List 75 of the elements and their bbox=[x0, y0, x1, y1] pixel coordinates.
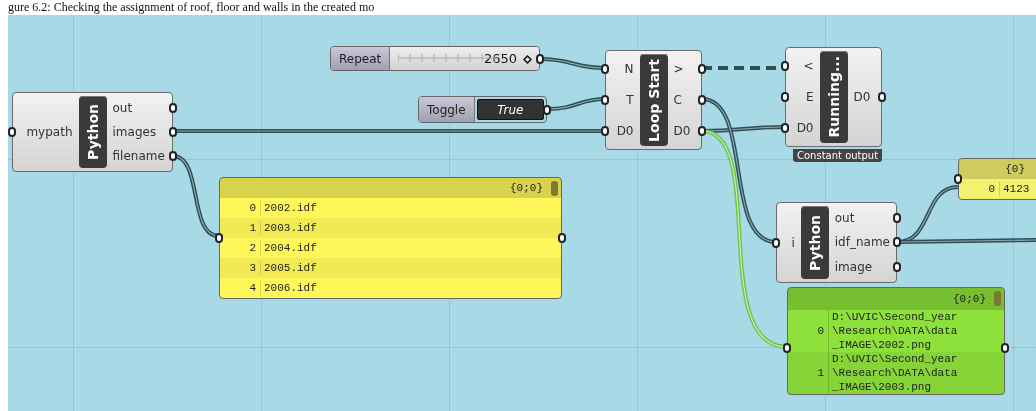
panel-path: {0;0} bbox=[510, 182, 543, 194]
input-port[interactable] bbox=[601, 125, 609, 136]
item-value: 2005.idf bbox=[260, 261, 317, 275]
item-value: 4123 bbox=[999, 182, 1030, 196]
input-param: N bbox=[624, 62, 634, 77]
output-port[interactable] bbox=[169, 103, 177, 113]
item-value: 2004.idf bbox=[260, 241, 317, 255]
item-value: D:\UVIC\Second_year\Research\DATA\data_IMAGE\2002.png bbox=[828, 310, 958, 352]
output-param: out bbox=[112, 101, 133, 115]
scrollbar-thumb[interactable] bbox=[994, 291, 1001, 306]
output-port[interactable] bbox=[878, 92, 886, 102]
slider-grip-icon[interactable] bbox=[522, 55, 532, 64]
input-port[interactable] bbox=[8, 127, 16, 137]
input-param: D0 bbox=[796, 120, 814, 135]
input-param: E bbox=[805, 90, 814, 104]
component-title: Python bbox=[78, 96, 107, 168]
input-port[interactable] bbox=[781, 122, 789, 133]
output-param: images bbox=[112, 125, 157, 139]
output-port[interactable] bbox=[698, 125, 706, 136]
item-index: 0 bbox=[987, 183, 996, 195]
component-message: Constant output bbox=[793, 149, 883, 162]
output-port[interactable] bbox=[893, 237, 901, 248]
item-index: 1 bbox=[248, 222, 257, 234]
output-param: idf_name bbox=[834, 235, 890, 250]
output-param: D0 bbox=[673, 123, 691, 138]
output-port[interactable] bbox=[893, 213, 901, 224]
item-index: 2 bbox=[248, 242, 257, 254]
toggle-label: Toggle bbox=[419, 97, 475, 122]
input-port[interactable] bbox=[954, 174, 962, 184]
input-port[interactable] bbox=[215, 233, 223, 243]
input-port[interactable] bbox=[783, 343, 791, 353]
item-index: 1 bbox=[816, 367, 825, 379]
item-value: D:\UVIC\Second_year\Research\DATA\data_IMAGE\2003.png bbox=[828, 352, 958, 394]
component-title: Python bbox=[800, 206, 829, 279]
output-port[interactable] bbox=[536, 53, 544, 64]
scrollbar-thumb[interactable] bbox=[551, 181, 558, 196]
input-port[interactable] bbox=[601, 95, 609, 105]
output-param: C bbox=[673, 93, 682, 107]
input-param: mypath bbox=[26, 125, 73, 139]
output-port[interactable] bbox=[893, 261, 901, 272]
item-index: 3 bbox=[248, 262, 257, 274]
input-port[interactable] bbox=[781, 92, 789, 102]
component-title: Running... bbox=[819, 51, 848, 143]
item-index: 0 bbox=[816, 325, 825, 337]
panel-path: {0;0} bbox=[953, 293, 986, 305]
slider-value: 2650 bbox=[483, 51, 517, 66]
output-param: D0 bbox=[853, 90, 871, 104]
output-port[interactable] bbox=[1001, 343, 1009, 353]
output-param: filename bbox=[112, 149, 165, 163]
input-param: i bbox=[791, 235, 795, 250]
output-port[interactable] bbox=[558, 233, 566, 243]
output-port[interactable] bbox=[698, 64, 706, 75]
input-param: D0 bbox=[616, 123, 634, 138]
output-port[interactable] bbox=[169, 151, 177, 161]
item-value: 2006.idf bbox=[260, 281, 317, 295]
output-port[interactable] bbox=[169, 127, 177, 137]
input-port[interactable] bbox=[601, 64, 609, 75]
input-param: T bbox=[626, 93, 634, 107]
item-index: 0 bbox=[248, 202, 257, 214]
output-param: image bbox=[834, 259, 873, 274]
output-param: out bbox=[834, 211, 855, 226]
output-port[interactable] bbox=[698, 95, 706, 105]
input-port[interactable] bbox=[781, 61, 789, 72]
output-param: > bbox=[673, 62, 684, 77]
toggle-value[interactable]: True bbox=[476, 99, 544, 120]
item-index: 4 bbox=[248, 282, 257, 294]
output-port[interactable] bbox=[543, 104, 551, 115]
item-value: 2003.idf bbox=[260, 221, 317, 235]
input-port[interactable] bbox=[772, 237, 780, 248]
input-param: < bbox=[803, 59, 814, 74]
item-value: 2002.idf bbox=[260, 201, 317, 215]
panel-path: {0} bbox=[1005, 163, 1025, 175]
slider-label: Repeat bbox=[331, 47, 391, 70]
component-title: Loop Start bbox=[639, 54, 668, 146]
figure-caption: gure 6.2: Checking the assignment of roof, floor and walls in the created mo bbox=[7, 0, 376, 15]
